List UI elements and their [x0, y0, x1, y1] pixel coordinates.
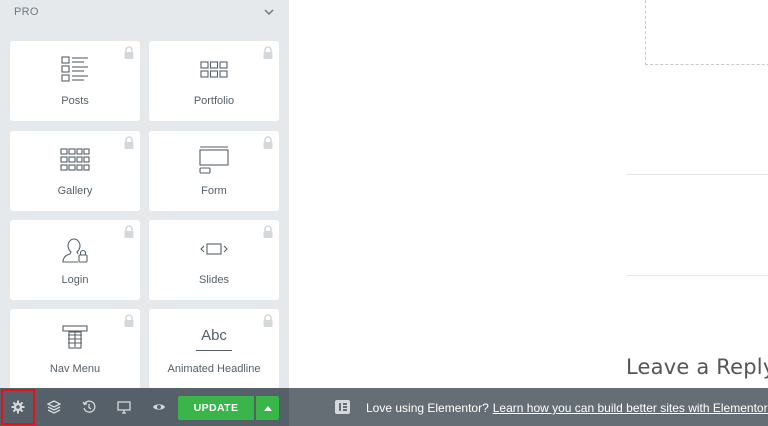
responsive-mode-button[interactable] [106, 388, 141, 426]
settings-highlight-box [1, 389, 35, 425]
leave-reply-heading: Leave a Reply [626, 355, 768, 379]
widget-form[interactable]: Form [149, 131, 279, 211]
lock-icon [124, 225, 134, 238]
notice-message: Love using Elementor? [366, 401, 489, 415]
navigator-button[interactable] [36, 388, 71, 426]
eye-icon [152, 404, 165, 410]
lock-icon [124, 46, 134, 59]
widget-label: Slides [199, 274, 229, 286]
layers-icon [46, 400, 61, 414]
widget-portfolio[interactable]: Portfolio [149, 41, 279, 121]
gallery-icon [60, 148, 90, 171]
login-icon [62, 238, 88, 263]
widget-label: Portfolio [193, 95, 235, 107]
widget-slides[interactable]: Slides [149, 220, 279, 300]
widget-label: Gallery [57, 185, 93, 197]
animated-headline-icon-text: Abc [201, 327, 227, 344]
widget-panel: PRO Posts Portfolio Gallery Form Login S… [0, 0, 289, 388]
notice-text: Love using Elementor? Learn how you can b… [366, 401, 768, 415]
promo-notice-bar: Love using Elementor? Learn how you can b… [289, 388, 768, 426]
widget-nav-menu[interactable]: Nav Menu [10, 309, 140, 388]
divider [626, 275, 768, 276]
history-button[interactable] [71, 388, 106, 426]
lock-icon [124, 136, 134, 149]
panel-footer: UPDATE [0, 388, 289, 426]
history-icon [81, 400, 95, 413]
nav-menu-icon [62, 325, 88, 349]
preview-button[interactable] [141, 388, 176, 426]
lock-icon [263, 136, 273, 149]
widget-posts[interactable]: Posts [10, 41, 140, 121]
pro-section-header[interactable]: PRO [0, 0, 289, 26]
lock-icon [263, 314, 273, 327]
widget-gallery[interactable]: Gallery [10, 131, 140, 211]
form-icon [199, 146, 229, 174]
bottom-bar: UPDATE Love using Elementor? Learn how yo… [0, 388, 768, 426]
widget-label: Form [201, 185, 227, 197]
widget-label: Nav Menu [49, 363, 101, 375]
notice-link[interactable]: Learn how you can build better sites wit… [493, 401, 768, 415]
widget-label: Login [61, 274, 89, 286]
widget-animated-headline[interactable]: Abc Animated Headline [149, 309, 279, 388]
animated-headline-icon: Abc [196, 327, 232, 351]
lock-icon [263, 225, 273, 238]
widget-login[interactable]: Login [10, 220, 140, 300]
posts-icon [61, 56, 88, 82]
slides-icon [200, 243, 228, 255]
preview-canvas: Leave a Reply [289, 0, 768, 388]
chevron-down-icon[interactable] [262, 5, 276, 19]
lock-icon [124, 314, 134, 327]
elementor-logo-icon [335, 400, 350, 414]
widget-label: Posts [61, 95, 89, 107]
desktop-icon [116, 401, 131, 414]
widget-label: Animated Headline [167, 363, 261, 375]
caret-up-icon [263, 406, 272, 411]
update-options-button[interactable] [256, 396, 279, 420]
divider [626, 174, 768, 175]
portfolio-icon [200, 61, 228, 78]
update-button[interactable]: UPDATE [178, 396, 254, 420]
empty-section-placeholder[interactable] [645, 0, 768, 65]
lock-icon [263, 46, 273, 59]
section-title: PRO [14, 6, 39, 18]
